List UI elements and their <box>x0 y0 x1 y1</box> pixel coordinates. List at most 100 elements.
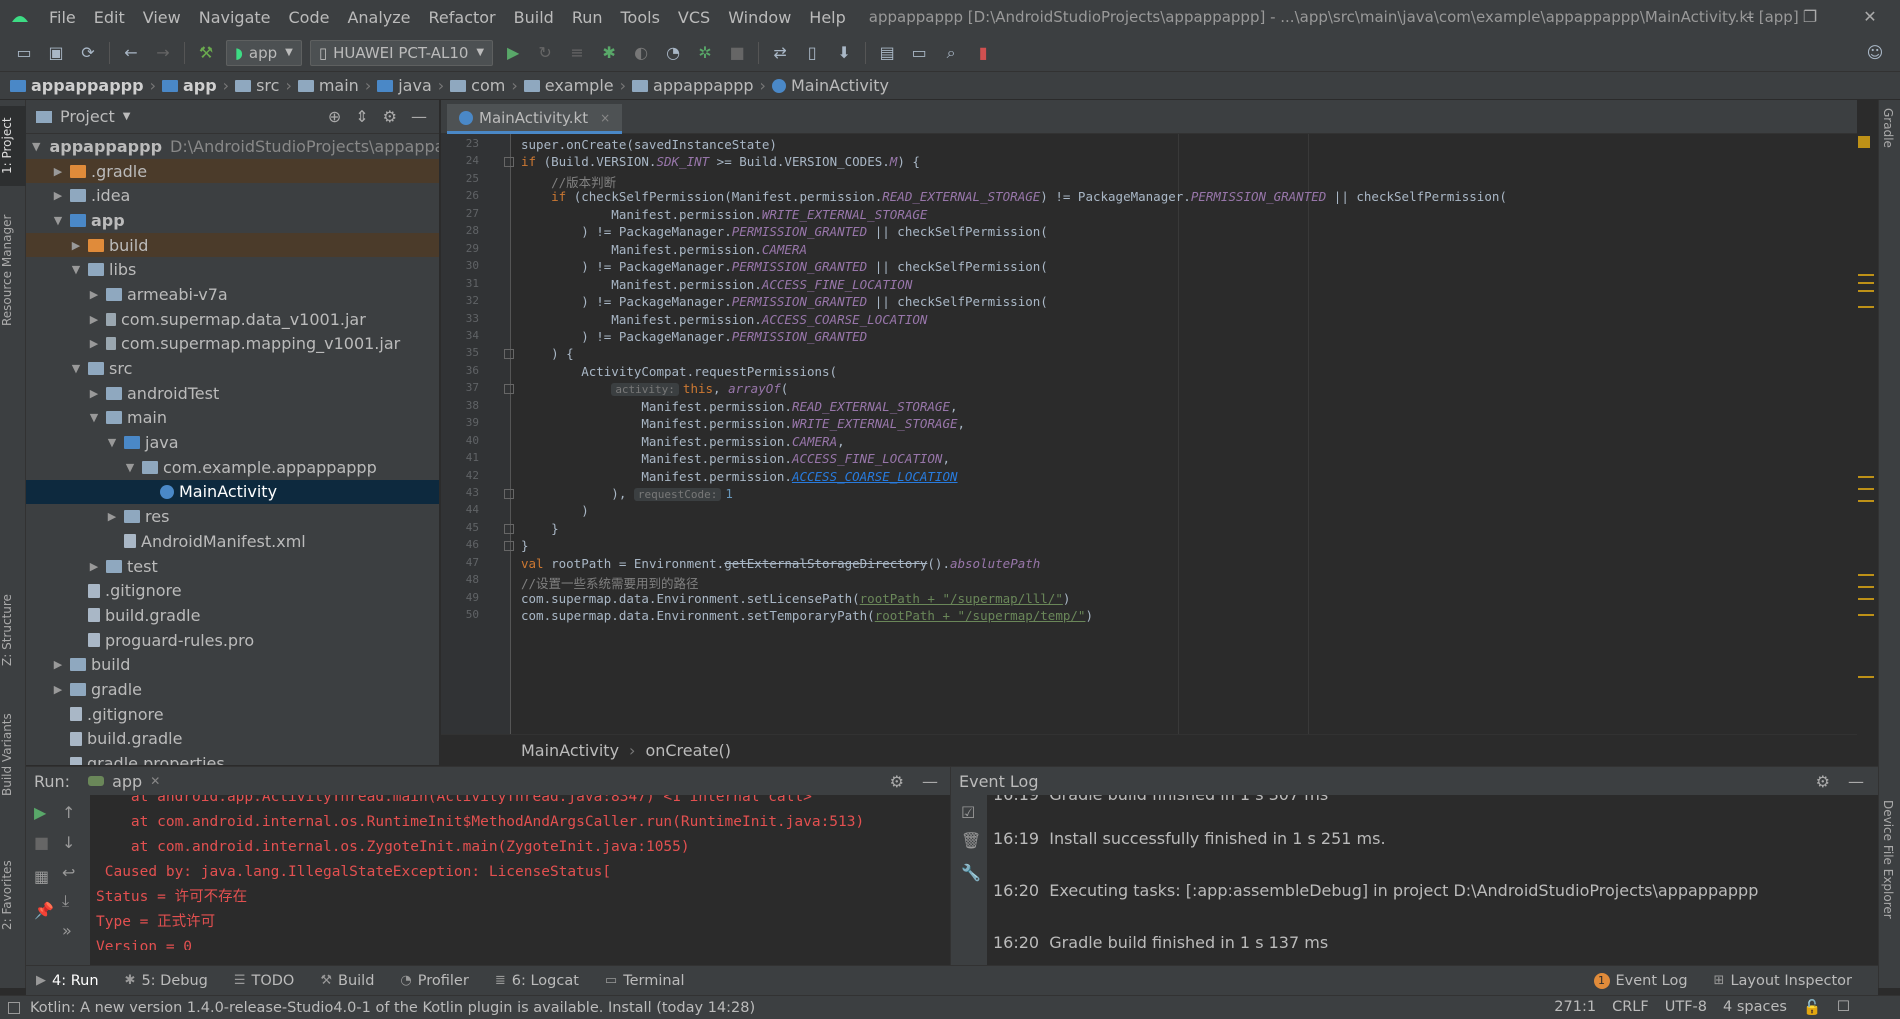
line-number[interactable]: 33 <box>441 312 479 325</box>
line-number[interactable]: 49 <box>441 591 479 604</box>
warning-marker[interactable] <box>1858 306 1874 308</box>
line-number[interactable]: 31 <box>441 277 479 290</box>
chevron-right-icon[interactable]: ▶ <box>68 239 84 252</box>
tree-item[interactable]: .gitignore <box>26 578 439 603</box>
chevron-right-icon[interactable]: ▶ <box>50 683 66 696</box>
tree-item[interactable]: ▼ main <box>26 406 439 431</box>
more-icon[interactable]: » <box>62 921 72 940</box>
make-hammer-icon[interactable]: ⚒ <box>195 42 217 64</box>
project-tool-tab[interactable]: 1: Project <box>0 106 26 186</box>
scroll-up-icon[interactable]: ↑ <box>62 803 75 822</box>
line-number[interactable]: 30 <box>441 259 479 272</box>
tree-item[interactable]: ▶ .idea <box>26 183 439 208</box>
warning-marker[interactable] <box>1858 290 1874 292</box>
warning-marker[interactable] <box>1858 586 1874 588</box>
line-number[interactable]: 34 <box>441 329 479 342</box>
tree-item[interactable]: ▼ src <box>26 356 439 381</box>
status-message[interactable]: Kotlin: A new version 1.4.0-release-Stud… <box>30 1000 755 1016</box>
tab-layout-inspector[interactable]: ⊞ Layout Inspector <box>1714 973 1852 989</box>
run-coverage-icon[interactable]: ◐ <box>630 42 652 64</box>
tree-item[interactable]: ▼ java <box>26 430 439 455</box>
tree-item[interactable]: ▼ app <box>26 208 439 233</box>
line-number[interactable]: 35 <box>441 346 479 359</box>
menu-refactor[interactable]: Refactor <box>420 8 505 27</box>
run-config-select[interactable]: ◗ app ▼ <box>226 39 302 66</box>
tree-item[interactable]: ▶ build <box>26 232 439 258</box>
chevron-right-icon[interactable]: ▶ <box>104 510 120 523</box>
line-number[interactable]: 47 <box>441 556 479 569</box>
tree-item[interactable]: AndroidManifest.xml <box>26 529 439 554</box>
attach-debugger-icon[interactable]: ✲ <box>694 42 716 64</box>
tab-profiler[interactable]: ◔ Profiler <box>400 973 468 989</box>
line-number[interactable]: 45 <box>441 521 479 534</box>
gradle-sync-icon[interactable]: ⇄ <box>769 42 791 64</box>
wrench-icon[interactable]: 🔧 <box>961 863 981 882</box>
run-tab-app[interactable]: app ✕ <box>88 772 160 791</box>
breadcrumb-method[interactable]: onCreate() <box>645 741 731 760</box>
indent-setting[interactable]: 4 spaces <box>1723 999 1787 1016</box>
search-icon[interactable]: ⌕ <box>940 42 962 64</box>
menu-navigate[interactable]: Navigate <box>190 8 280 27</box>
fold-marker-icon[interactable] <box>504 489 514 499</box>
hide-panel-icon[interactable]: — <box>922 772 938 791</box>
hide-panel-icon[interactable]: — <box>1848 772 1864 791</box>
caret-position[interactable]: 271:1 <box>1554 999 1596 1016</box>
chevron-right-icon[interactable]: ▶ <box>50 165 66 178</box>
code-editor[interactable]: 23 24 25 26 27 28 29 30 31 32 33 34 35 36 37 38 39 40 41 42… <box>441 134 1857 734</box>
trash-icon[interactable]: 🗑 <box>961 831 981 850</box>
forward-arrow-icon[interactable]: → <box>152 42 174 64</box>
chevron-down-icon[interactable]: ▼ <box>122 461 138 474</box>
restore-button[interactable]: ❐ <box>1780 0 1840 34</box>
gear-icon[interactable]: ⚙ <box>890 772 904 791</box>
line-number[interactable]: 24 <box>441 154 479 167</box>
fold-marker-icon[interactable] <box>504 523 514 534</box>
breadcrumb-item[interactable]: java › <box>377 76 450 95</box>
layout-icon[interactable]: ▦ <box>34 867 49 886</box>
line-number[interactable]: 41 <box>441 451 479 464</box>
tree-item[interactable]: build.gradle <box>26 727 439 752</box>
run-play-icon[interactable]: ▶ <box>502 42 524 64</box>
chevron-right-icon[interactable]: ▶ <box>86 337 102 350</box>
tree-item[interactable]: ▼ libs <box>26 257 439 282</box>
line-number[interactable]: 38 <box>441 399 479 412</box>
menu-build[interactable]: Build <box>505 8 563 27</box>
close-tab-icon[interactable]: × <box>600 111 610 125</box>
chevron-right-icon[interactable]: ▶ <box>86 288 102 301</box>
tree-item[interactable]: ▶ res <box>26 504 439 529</box>
warning-marker[interactable] <box>1858 598 1874 600</box>
structure-tab[interactable]: Z: Structure <box>0 580 26 680</box>
breadcrumb-item[interactable]: example › <box>523 76 632 95</box>
menu-tools[interactable]: Tools <box>612 8 669 27</box>
line-number[interactable]: 48 <box>441 573 479 586</box>
breadcrumb-item[interactable]: main › <box>297 76 377 95</box>
tab-event-log[interactable]: 1 Event Log <box>1593 972 1688 989</box>
chevron-down-icon[interactable]: ▼ <box>104 436 120 449</box>
line-separator[interactable]: CRLF <box>1612 999 1649 1016</box>
tree-item[interactable]: ▶ com.supermap.data_v1001.jar <box>26 307 439 332</box>
warning-marker[interactable] <box>1858 274 1874 276</box>
menu-view[interactable]: View <box>134 8 190 27</box>
menu-help[interactable]: Help <box>800 8 854 27</box>
chevron-right-icon[interactable]: ▶ <box>86 387 102 400</box>
line-number[interactable]: 40 <box>441 434 479 447</box>
rerun-icon[interactable]: ▶ <box>34 803 46 822</box>
terminal-icon[interactable]: ▭ <box>908 42 930 64</box>
tree-item[interactable]: ▶ build <box>26 652 439 677</box>
tab-logcat[interactable]: ≣ 6: Logcat <box>495 973 579 989</box>
back-arrow-icon[interactable]: ← <box>120 42 142 64</box>
collapse-all-icon[interactable]: ⇕ <box>355 107 368 126</box>
breadcrumb-class[interactable]: MainActivity <box>521 741 619 760</box>
line-number[interactable]: 42 <box>441 469 479 482</box>
chevron-down-icon[interactable]: ▼ <box>123 111 131 122</box>
warning-marker[interactable] <box>1858 500 1874 502</box>
chevron-right-icon[interactable]: ▶ <box>86 560 102 573</box>
menu-edit[interactable]: Edit <box>85 8 134 27</box>
chevron-right-icon[interactable]: ▶ <box>50 189 66 202</box>
run-console-output[interactable]: at android.app.ActivityThread.main(Activ… <box>96 795 936 950</box>
lock-icon[interactable]: 🔓 <box>1803 999 1821 1016</box>
menu-code[interactable]: Code <box>280 8 339 27</box>
scroll-down-icon[interactable]: ↓ <box>62 833 75 852</box>
stop-icon[interactable]: ■ <box>34 833 49 852</box>
tree-item[interactable]: proguard-rules.pro <box>26 628 439 653</box>
fold-marker-icon[interactable] <box>504 349 514 360</box>
